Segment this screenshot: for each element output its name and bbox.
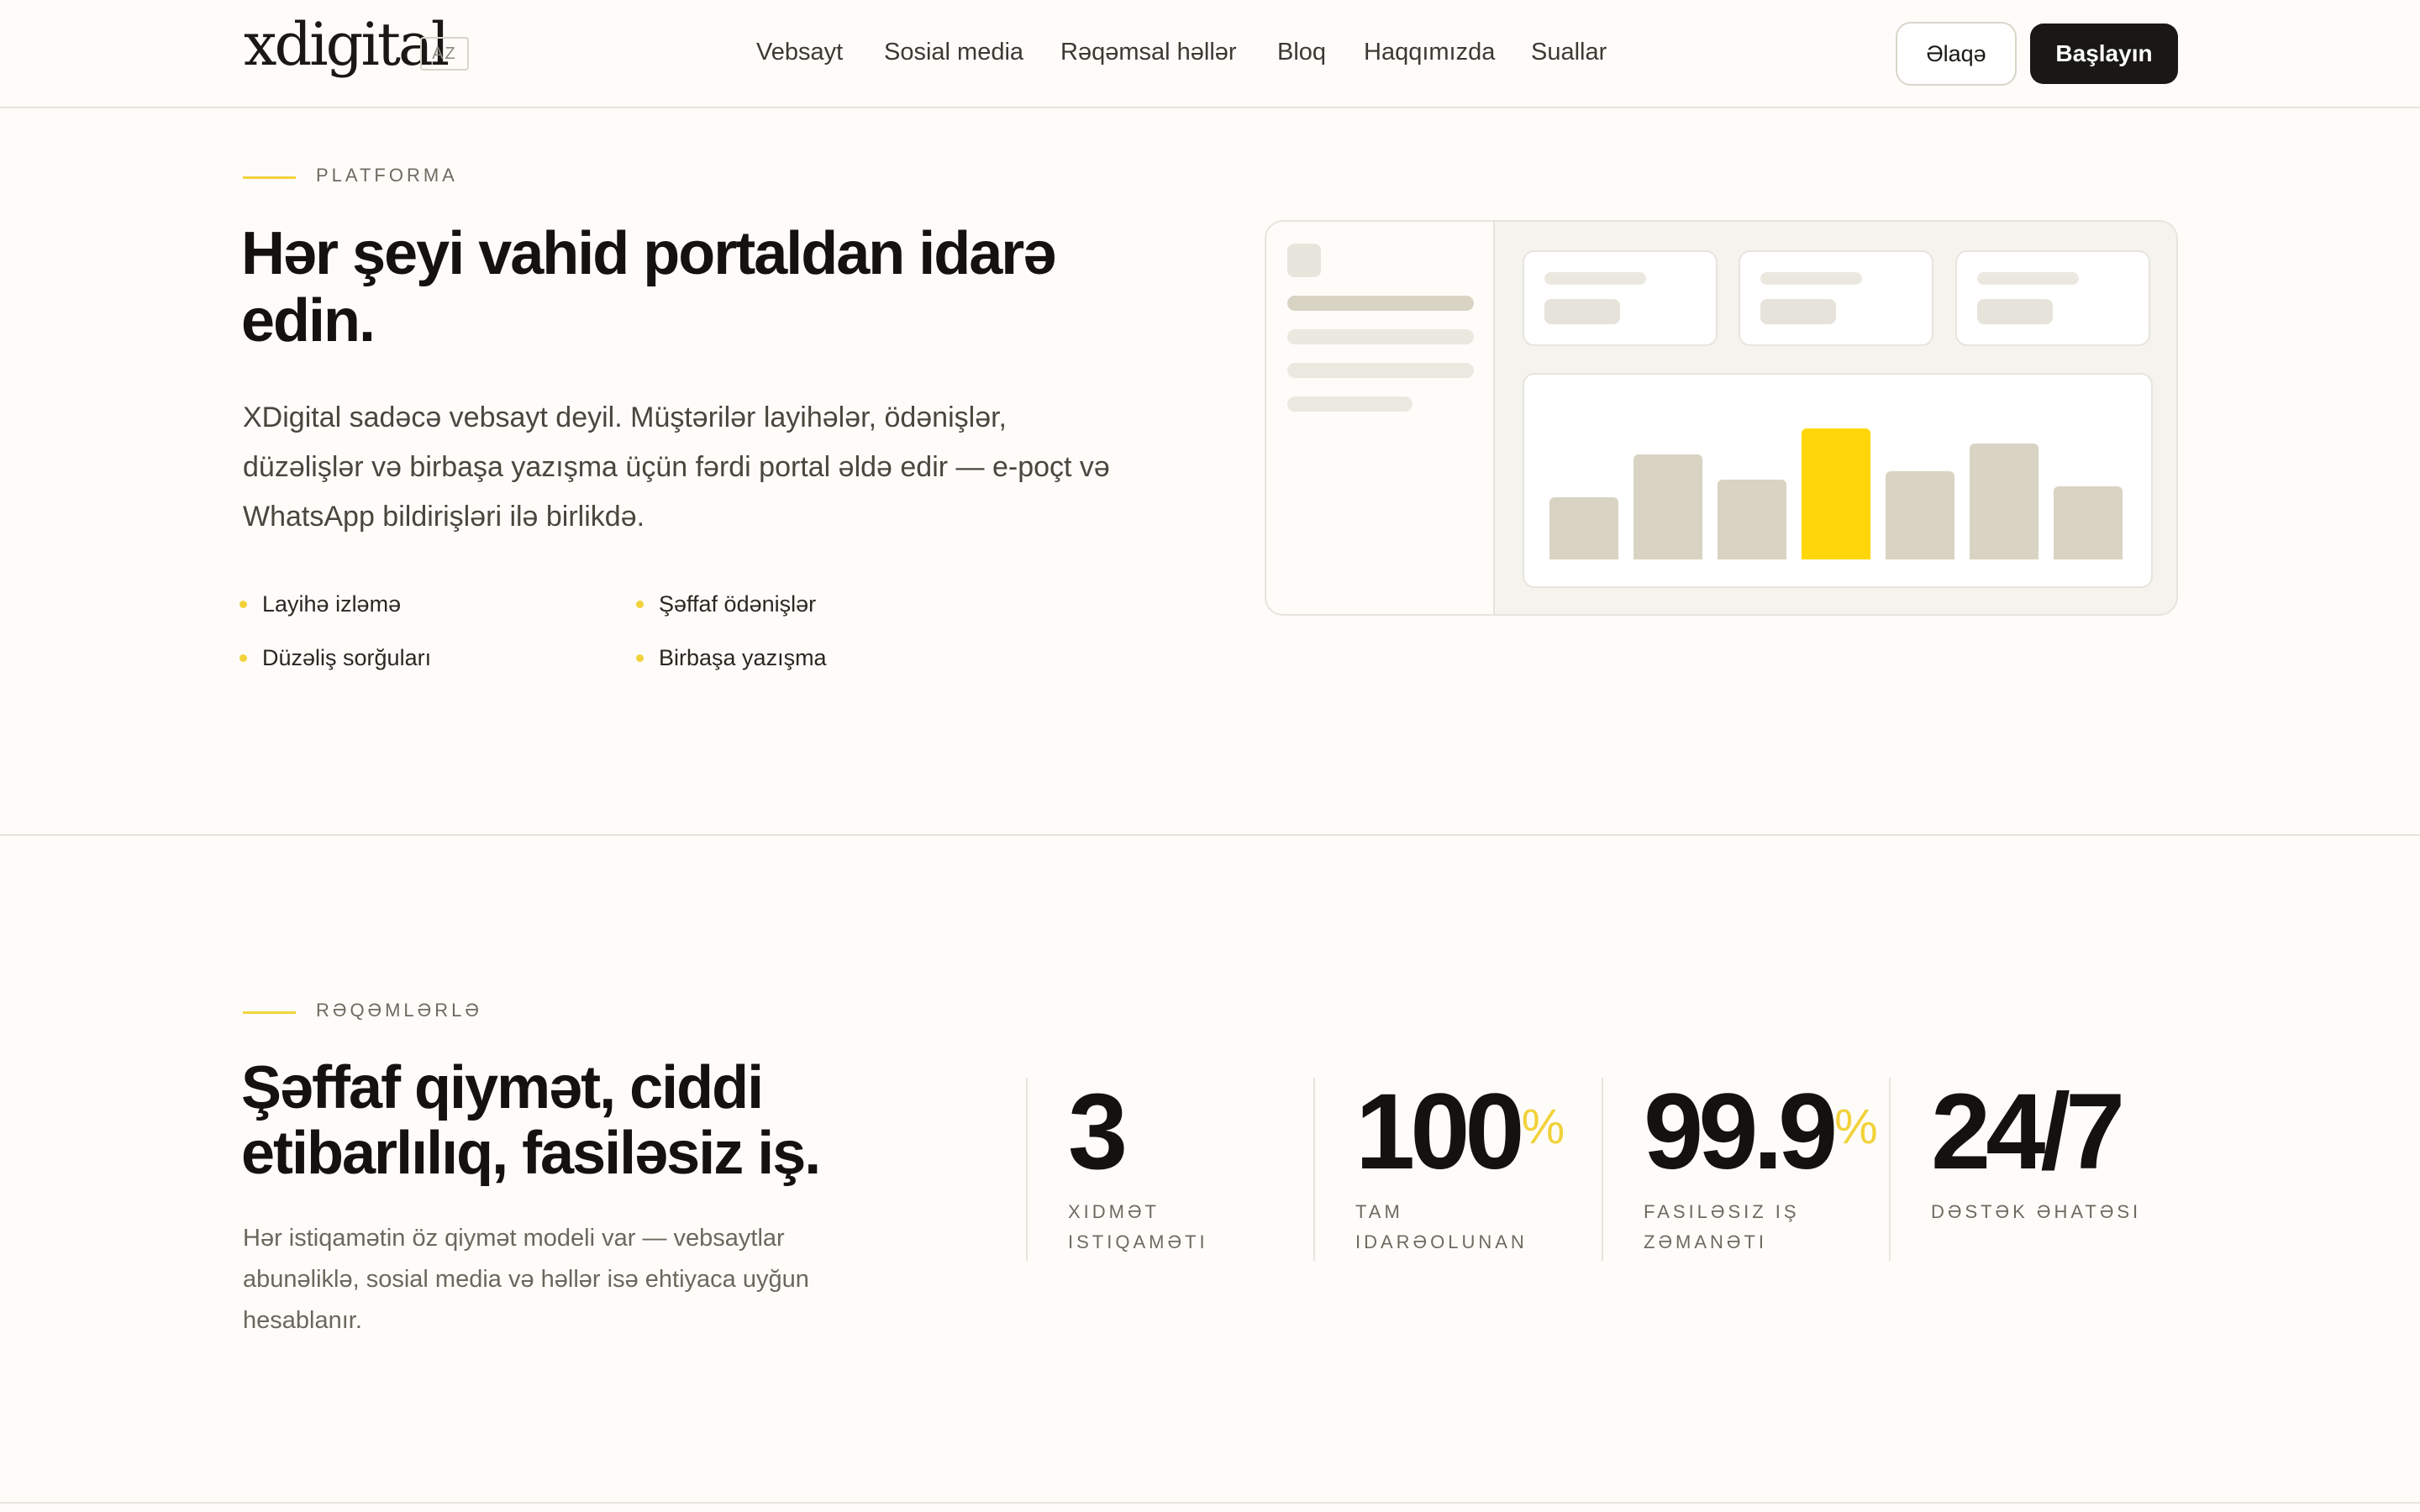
mock-logo-placeholder xyxy=(1287,244,1321,277)
feature-label: Layihə izləmə xyxy=(262,591,402,617)
eyebrow-line xyxy=(243,1011,296,1014)
mock-nav-active xyxy=(1287,296,1474,311)
section-divider xyxy=(0,1502,2420,1504)
mock-chart-bar xyxy=(1718,480,1786,559)
eyebrow-line xyxy=(243,176,296,179)
mock-chart-bar xyxy=(1802,428,1870,559)
bullet-dot-icon xyxy=(239,600,247,608)
stat-block: 3 Xidmət istiqaməti xyxy=(1026,1078,1313,1261)
mock-stat-card xyxy=(1955,250,2150,346)
stat-value: 100% xyxy=(1355,1072,1565,1192)
nav-item-bloq[interactable]: Bloq xyxy=(1277,39,1326,66)
stat-caption: Tam idarəolunan xyxy=(1355,1201,1528,1252)
eyebrow-text: PLATFORMA xyxy=(316,165,458,186)
platform-lead: XDigital sadəcə vebsayt deyil. Müştərilə… xyxy=(243,402,1110,533)
mock-chart-bar xyxy=(1549,497,1618,559)
feature-item: Düzəliş sorğuları xyxy=(239,643,431,672)
stat-caption: Fasiləsiz iş zəmanəti xyxy=(1644,1201,1800,1252)
stat-block: 99.9% Fasiləsiz iş zəmanəti xyxy=(1602,1078,1889,1261)
mock-nav-item xyxy=(1287,396,1413,412)
bullet-dot-icon xyxy=(636,600,644,608)
mock-chart-bar xyxy=(1634,454,1702,559)
feature-item: Birbaşa yazışma xyxy=(636,643,827,672)
contact-button[interactable]: Əlaqə xyxy=(1896,22,2017,86)
feature-item: Layihə izləmə xyxy=(239,590,401,618)
mock-chart-bar xyxy=(1970,444,2039,559)
start-button[interactable]: Başlayın xyxy=(2030,24,2178,84)
bullet-dot-icon xyxy=(239,654,247,662)
mock-bar-chart xyxy=(1523,373,2153,588)
nav-item-suallar[interactable]: Suallar xyxy=(1531,39,1607,66)
platform-title: Hər şeyi vahid portaldan idarə edin. xyxy=(241,220,1056,354)
mock-stat-card xyxy=(1739,250,1933,346)
numbers-title: Şəffaf qiymət, ciddi etibarlılıq, fasilə… xyxy=(241,1054,821,1187)
stat-caption: Dəstək əhatəsi xyxy=(1931,1201,2142,1222)
stat-value: 99.9% xyxy=(1644,1072,1878,1192)
numbers-subtitle: Hər istiqamətin öz qiymət modeli var — v… xyxy=(243,1225,809,1334)
nav-item-haqqimizda[interactable]: Haqqımızda xyxy=(1364,39,1495,66)
mock-chart-bar xyxy=(2054,486,2123,559)
language-switch[interactable]: AZ xyxy=(420,37,469,71)
feature-label: Birbaşa yazışma xyxy=(659,644,827,670)
site-header: xdigital AZ Vebsayt Sosial media Rəqəmsa… xyxy=(0,0,2420,108)
mock-sidebar xyxy=(1266,222,1495,614)
nav-item-reqemsal-heller[interactable]: Rəqəmsal həllər xyxy=(1060,39,1237,66)
logo[interactable]: xdigital xyxy=(244,15,450,74)
mock-nav-item xyxy=(1287,329,1474,344)
bullet-dot-icon xyxy=(636,654,644,662)
nav-item-vebsayt[interactable]: Vebsayt xyxy=(756,39,843,66)
stat-block: 100% Tam idarəolunan xyxy=(1313,1078,1601,1261)
nav-item-sosial-media[interactable]: Sosial media xyxy=(884,39,1023,66)
feature-item: Şəffaf ödənişlər xyxy=(636,590,816,618)
section-divider xyxy=(0,834,2420,836)
feature-label: Düzəliş sorğuları xyxy=(262,644,432,670)
mock-stat-card xyxy=(1523,250,1718,346)
stat-block: 24/7 Dəstək əhatəsi xyxy=(1889,1078,2176,1261)
portal-dashboard-illustration xyxy=(1265,220,2178,616)
stat-value: 3 xyxy=(1068,1072,1128,1192)
eyebrow-text: RƏQƏMLƏRLƏ xyxy=(316,1000,482,1021)
mock-nav-item xyxy=(1287,363,1474,378)
stat-caption: Xidmət istiqaməti xyxy=(1068,1201,1208,1252)
mock-chart-bar xyxy=(1886,471,1954,559)
feature-label: Şəffaf ödənişlər xyxy=(659,591,817,617)
stat-value: 24/7 xyxy=(1931,1072,2125,1192)
